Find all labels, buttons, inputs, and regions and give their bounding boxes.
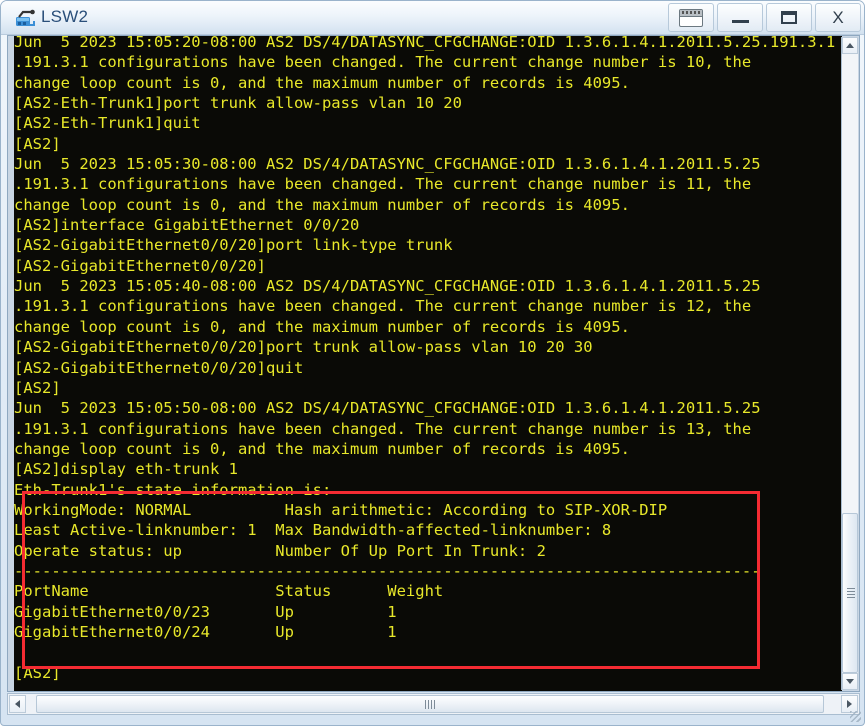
terminal-line: [AS2-Eth-Trunk1]quit	[14, 114, 201, 133]
scroll-up-button[interactable]	[842, 37, 858, 54]
chevron-up-icon	[846, 43, 854, 48]
minimize-button[interactable]	[717, 3, 763, 32]
terminal-line: .191.3.1 configurations have been change…	[14, 175, 752, 194]
terminal-line: [AS2]interface GigabitEthernet 0/0/20	[14, 216, 360, 235]
title-bar: LSW2 X	[1, 1, 864, 35]
terminal-line: GigabitEthernet0/0/24 Up 1	[14, 622, 397, 641]
terminal-line: ----------------------------------------…	[14, 561, 761, 580]
scroll-down-button[interactable]	[842, 673, 858, 690]
terminal-line: PortName Status Weight	[14, 582, 444, 601]
terminal-line: [AS2-GigabitEthernet0/0/20]	[14, 256, 266, 275]
terminal-line: [AS2-GigabitEthernet0/0/20]port link-typ…	[14, 236, 453, 255]
terminal-line: change loop count is 0, and the maximum …	[14, 195, 630, 214]
terminal-line: [AS2]display eth-trunk 1	[14, 460, 238, 479]
grip-icon	[847, 588, 855, 598]
scroll-left-button[interactable]	[9, 695, 26, 713]
terminal-text: Jun 5 2023 15:05:20-08:00 AS2 DS/4/DATAS…	[14, 36, 842, 683]
terminal-line: [AS2-GigabitEthernet0/0/20]quit	[14, 358, 304, 377]
terminal-line: [AS2-Eth-Trunk1]port trunk allow-pass vl…	[14, 94, 462, 113]
horizontal-scrollbar[interactable]	[7, 693, 860, 715]
maximize-button[interactable]	[766, 3, 812, 32]
terminal-line: change loop count is 0, and the maximum …	[14, 73, 630, 92]
terminal-line: [AS2]	[14, 378, 61, 397]
terminal-line: .191.3.1 configurations have been change…	[14, 419, 752, 438]
vertical-scrollbar[interactable]	[841, 37, 858, 690]
window-title: LSW2	[41, 7, 89, 26]
terminal-line: Jun 5 2023 15:05:50-08:00 AS2 DS/4/DATAS…	[14, 399, 761, 418]
terminal-line: Least Active-linknumber: 1 Max Bandwidth…	[14, 521, 612, 540]
horizontal-scroll-thumb[interactable]	[36, 695, 824, 713]
keyboard-icon	[679, 8, 703, 27]
resize-grip-icon[interactable]	[850, 711, 861, 722]
terminal-line: .191.3.1 configurations have been change…	[14, 297, 752, 316]
chevron-right-icon	[847, 700, 852, 708]
maximize-icon	[781, 11, 797, 24]
terminal-line: change loop count is 0, and the maximum …	[14, 317, 630, 336]
minimize-icon	[731, 19, 749, 23]
terminal-line: [AS2-GigabitEthernet0/0/20]port trunk al…	[14, 338, 593, 357]
chevron-left-icon	[15, 700, 20, 708]
terminal-line: Operate status: up Number Of Up Port In …	[14, 541, 546, 560]
terminal-line: WorkingMode: NORMAL Hash arithmetic: Acc…	[14, 500, 668, 519]
terminal-line: Eth-Trunk1's state information is:	[14, 480, 332, 499]
terminal-line: Jun 5 2023 15:05:40-08:00 AS2 DS/4/DATAS…	[14, 277, 761, 296]
terminal-window: LSW2 X Jun 5 2023 15:05:20-08:00 AS2 DS/…	[0, 0, 865, 726]
window-controls: X	[668, 3, 861, 32]
terminal-line: Jun 5 2023 15:05:20-08:00 AS2 DS/4/DATAS…	[14, 36, 836, 51]
terminal-output[interactable]: Jun 5 2023 15:05:20-08:00 AS2 DS/4/DATAS…	[14, 36, 842, 691]
close-icon: X	[832, 8, 844, 27]
grip-icon	[425, 700, 435, 709]
terminal-panel: Jun 5 2023 15:05:20-08:00 AS2 DS/4/DATAS…	[7, 35, 860, 692]
switch-icon	[14, 8, 36, 29]
close-button[interactable]: X	[815, 3, 861, 32]
vertical-scroll-thumb[interactable]	[842, 513, 858, 673]
terminal-line: Jun 5 2023 15:05:30-08:00 AS2 DS/4/DATAS…	[14, 155, 761, 174]
chevron-down-icon	[846, 679, 854, 684]
terminal-line: .191.3.1 configurations have been change…	[14, 53, 752, 72]
terminal-line: [AS2]	[14, 134, 61, 153]
terminal-line: [AS2]	[14, 663, 61, 682]
terminal-line: GigabitEthernet0/0/23 Up 1	[14, 602, 397, 621]
keyboard-button[interactable]	[668, 3, 714, 32]
terminal-line: change loop count is 0, and the maximum …	[14, 439, 630, 458]
